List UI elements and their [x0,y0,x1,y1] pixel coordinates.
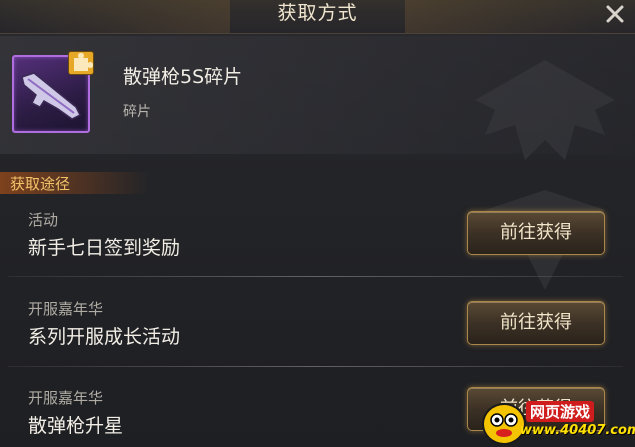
source-category: 活动 [28,211,59,229]
source-name: 散弹枪升星 [28,415,124,437]
row-divider [8,366,623,367]
source-name: 系列开服成长活动 [28,326,181,348]
item-type: 碎片 [123,104,151,120]
item-info-panel [0,36,635,154]
site-watermark: 网页游戏 www.40407.com [482,399,635,445]
section-label: 获取途径 [10,175,71,193]
close-icon[interactable] [603,2,627,26]
go-obtain-button[interactable]: 前往获得 [467,211,605,255]
row-divider [8,276,623,277]
item-name: 散弹枪5S碎片 [123,66,243,88]
source-category: 开服嘉年华 [28,389,104,407]
section-header: 获取途径 [0,172,150,194]
source-name: 新手七日签到奖励 [28,237,181,259]
watermark-url: www.40407.com [520,423,635,438]
go-obtain-button[interactable]: 前往获得 [467,301,605,345]
dialog-title-bar: 获取方式 [0,0,635,34]
fragment-puzzle-icon [68,51,94,75]
dialog-title: 获取方式 [277,2,358,24]
source-category: 开服嘉年华 [28,300,104,318]
watermark-brand: 网页游戏 [526,401,595,422]
